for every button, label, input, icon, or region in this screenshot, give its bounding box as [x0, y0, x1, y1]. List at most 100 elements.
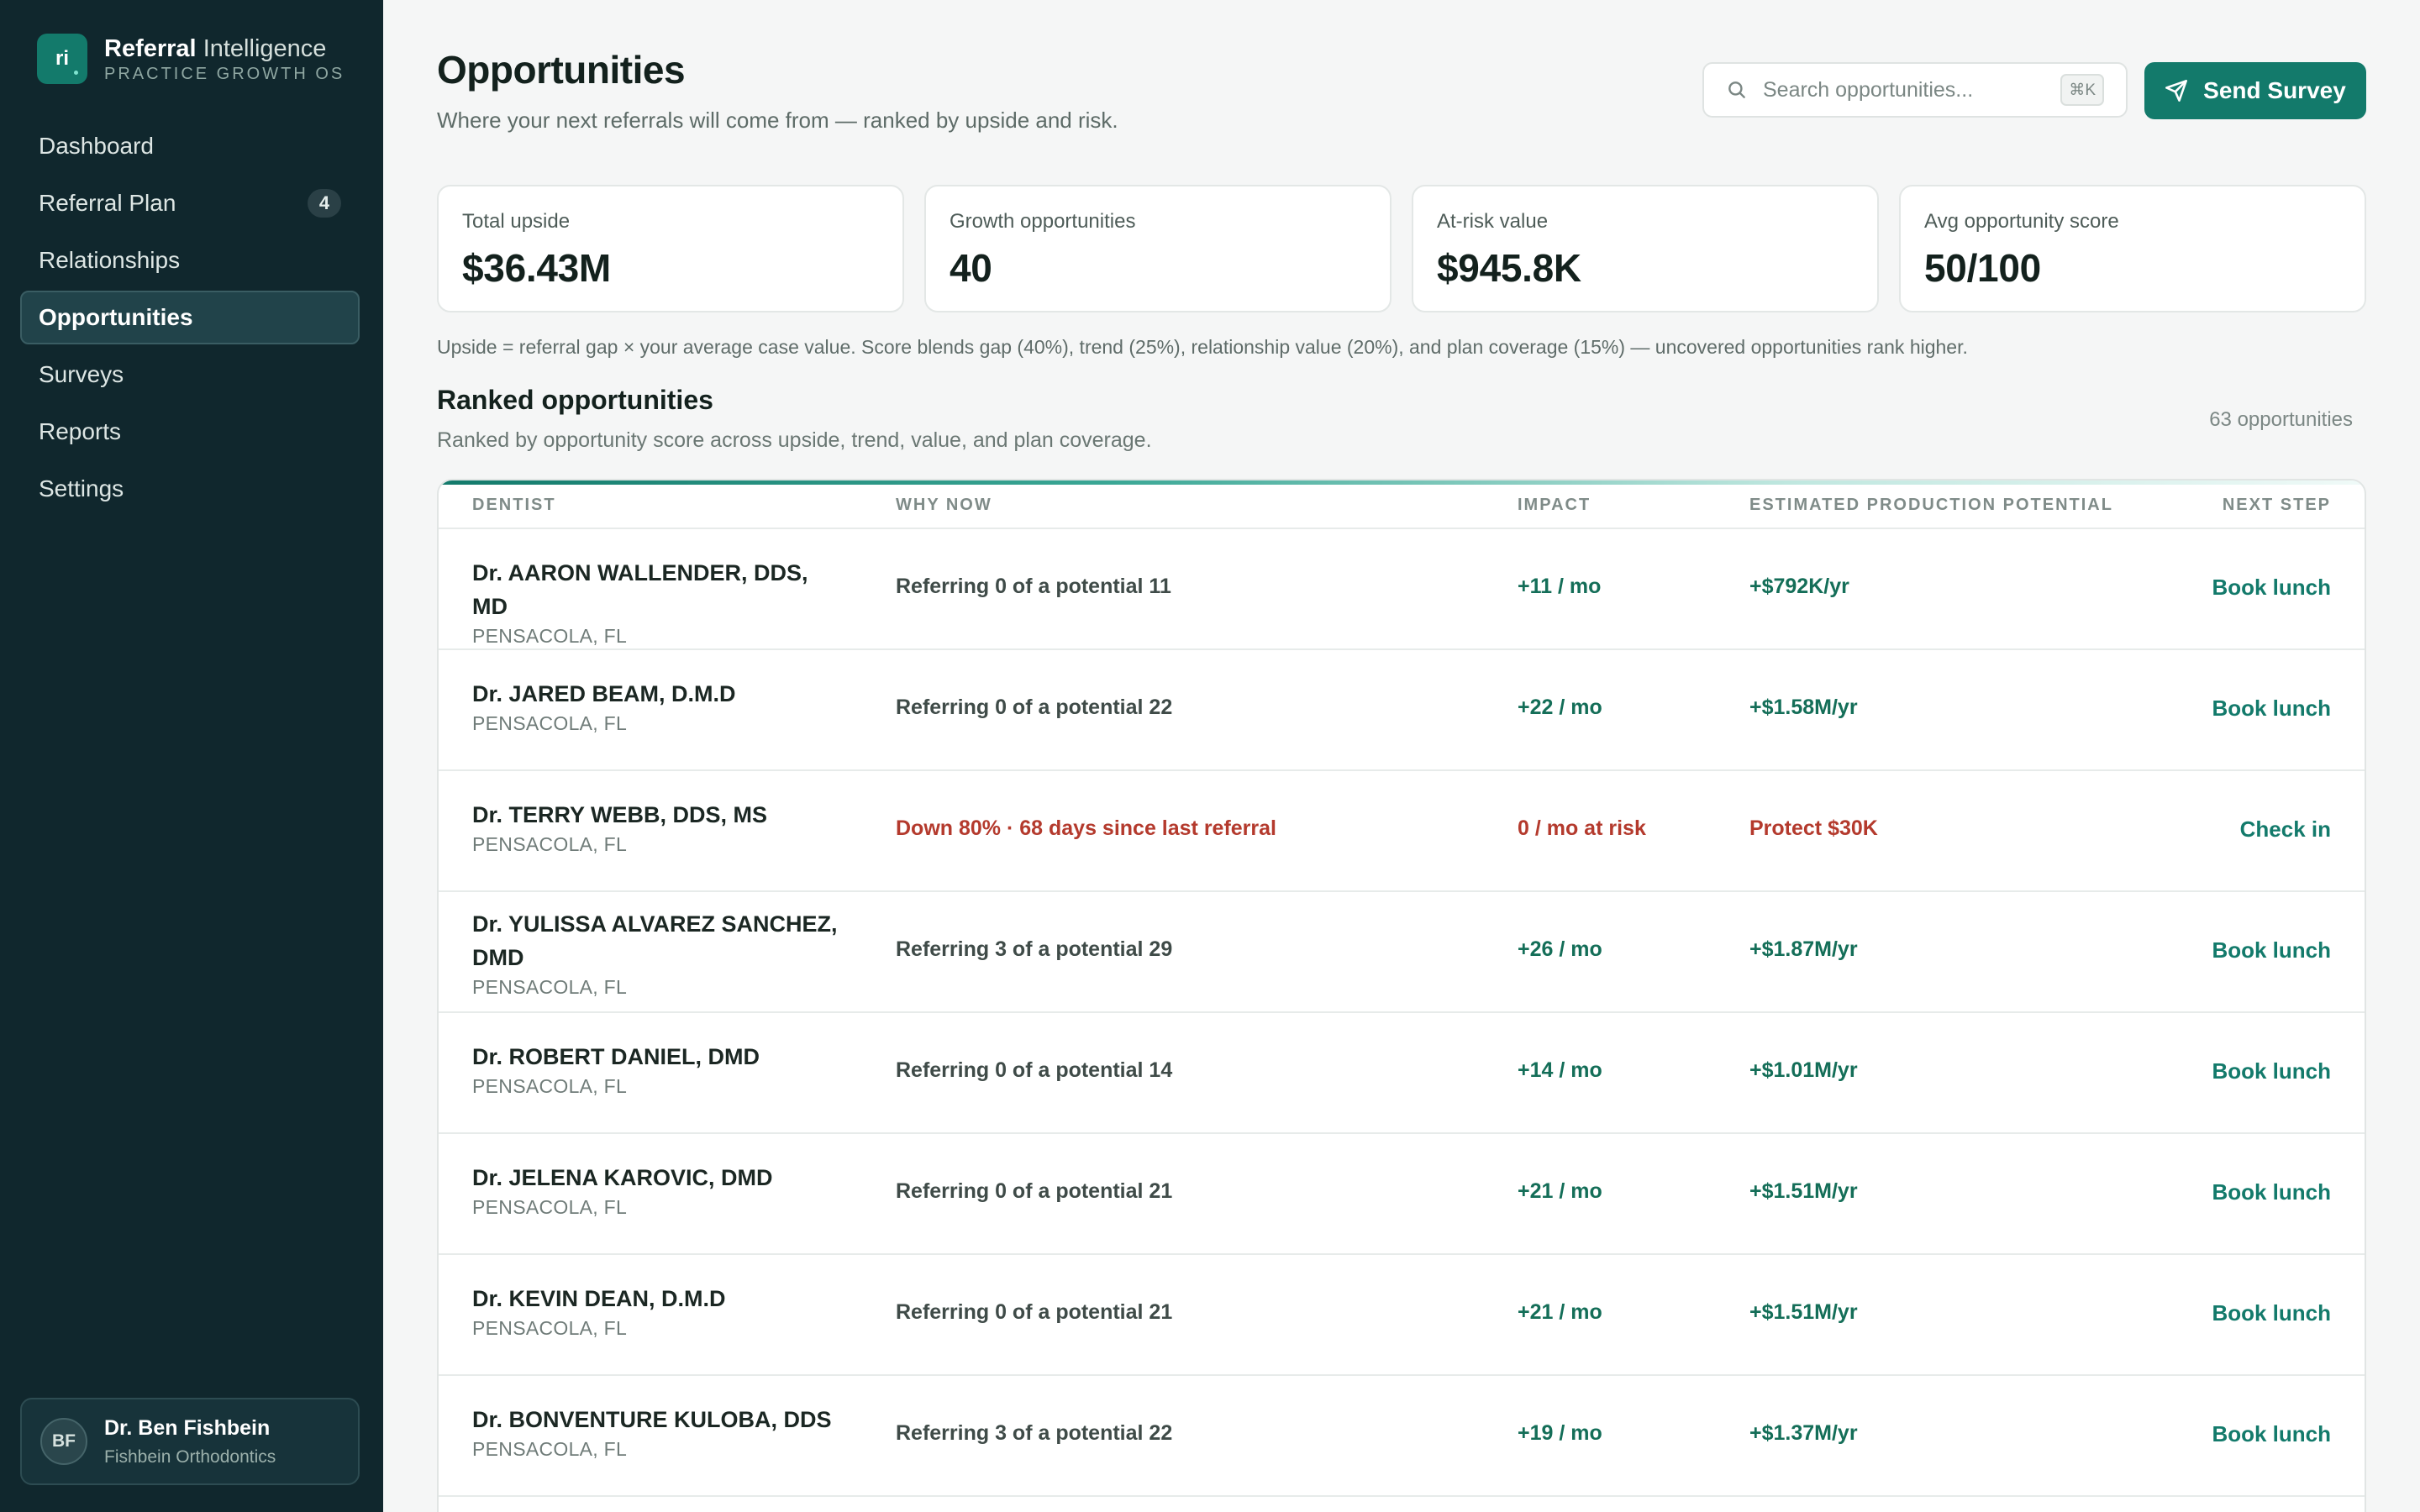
- dentist-location: PENSACOLA, FL: [472, 1075, 628, 1097]
- sidebar-item-dashboard[interactable]: Dashboard: [20, 119, 360, 173]
- dentist-name[interactable]: Dr. JARED BEAM, D.M.D: [472, 677, 842, 711]
- brand-logo-dot: [72, 69, 80, 76]
- user-card[interactable]: BF Dr. Ben Fishbein Fishbein Orthodontic…: [20, 1398, 360, 1485]
- dentist-name[interactable]: Dr. YULISSA ALVAREZ SANCHEZ, DMD: [472, 907, 842, 974]
- next-step-link[interactable]: Check in: [2240, 816, 2331, 843]
- sidebar-item-label: Surveys: [39, 361, 124, 387]
- why-now-text: Referring 0 of a potential 21: [896, 1300, 1173, 1324]
- production-potential-value: Protect $30K: [1749, 816, 1878, 840]
- formula-note: Upside = referral gap × your average cas…: [437, 336, 1968, 358]
- page-title: Opportunities: [437, 48, 686, 92]
- stat-value: $945.8K: [1437, 246, 1581, 290]
- table-row[interactable]: Dr. ROBERT DANIEL, DMD PENSACOLA, FL Refer…: [439, 1013, 2365, 1134]
- production-potential-value: +$1.37M/yr: [1749, 1421, 1858, 1445]
- dentist-name[interactable]: Dr. ROBERT DANIEL, DMD: [472, 1040, 842, 1074]
- dentist-name[interactable]: Dr. KEVIN DEAN, D.M.D: [472, 1282, 842, 1315]
- column-header-potential[interactable]: ESTIMATED PRODUCTION POTENTIAL: [1749, 496, 2113, 515]
- table-header: DENTIST WHY NOW IMPACT ESTIMATED PRODUCT…: [439, 480, 2365, 529]
- stat-value: 40: [950, 246, 992, 290]
- column-header-impact[interactable]: IMPACT: [1518, 496, 1591, 515]
- brand-text: Referral Intelligence PRACTICE GROWTH OS: [104, 34, 345, 84]
- brand[interactable]: ri Referral Intelligence PRACTICE GROWTH…: [37, 34, 345, 84]
- dentist-location: PENSACOLA, FL: [472, 1196, 628, 1218]
- next-step-link[interactable]: Book lunch: [2212, 937, 2331, 963]
- sidebar-item-label: Opportunities: [39, 304, 193, 330]
- next-step-link[interactable]: Book lunch: [2212, 1058, 2331, 1084]
- why-now-text: Referring 0 of a potential 21: [896, 1179, 1173, 1203]
- count-badge: 4: [308, 189, 341, 218]
- table-row[interactable]: Dr. YULISSA ALVAREZ SANCHEZ, DMD PENSACOL…: [439, 892, 2365, 1013]
- impact-value: +21 / mo: [1518, 1300, 1602, 1324]
- impact-value: +19 / mo: [1518, 1421, 1602, 1445]
- table-row[interactable]: Dr. AARON WALLENDER, DDS, MD PENSACOLA, F…: [439, 529, 2365, 650]
- dentist-location: PENSACOLA, FL: [472, 833, 628, 855]
- impact-value: +22 / mo: [1518, 696, 1602, 719]
- dentist-cell: Dr. ROBERT DANIEL, DMD PENSACOLA, FL: [472, 1040, 842, 1098]
- stat-card-growth-opportunities: Growth opportunities 40: [924, 185, 1392, 312]
- search-box[interactable]: ⌘K: [1702, 62, 2128, 118]
- dentist-name[interactable]: Dr. AARON WALLENDER, DDS, MD: [472, 556, 842, 623]
- impact-value: +21 / mo: [1518, 1179, 1602, 1203]
- dentist-cell: Dr. KEVIN DEAN, D.M.D PENSACOLA, FL: [472, 1282, 842, 1340]
- impact-value: +11 / mo: [1518, 575, 1602, 598]
- sidebar-item-label: Settings: [39, 475, 124, 501]
- why-now-text: Down 80% · 68 days since last referral: [896, 816, 1276, 840]
- production-potential-value: +$1.51M/yr: [1749, 1300, 1858, 1324]
- sidebar-item-label: Dashboard: [39, 133, 154, 159]
- sidebar: ri Referral Intelligence PRACTICE GROWTH…: [0, 0, 383, 1512]
- dentist-name[interactable]: Dr. BONVENTURE KULOBA, DDS: [472, 1403, 842, 1436]
- table-row[interactable]: Dr. TERRY WEBB, DDS, MS PENSACOLA, FL Down…: [439, 771, 2365, 892]
- stats-row: Total upside $36.43M Growth opportunitie…: [437, 185, 2366, 312]
- column-header-next-step[interactable]: NEXT STEP: [2223, 496, 2331, 515]
- brand-logo-text: ri: [55, 47, 69, 70]
- column-header-dentist[interactable]: DENTIST: [472, 496, 556, 515]
- why-now-text: Referring 3 of a potential 29: [896, 937, 1173, 961]
- user-org: Fishbein Orthodontics: [104, 1446, 276, 1467]
- dentist-name[interactable]: Dr. JELENA KAROVIC, DMD: [472, 1161, 842, 1194]
- next-step-link[interactable]: Book lunch: [2212, 1300, 2331, 1326]
- next-step-link[interactable]: Book lunch: [2212, 1179, 2331, 1205]
- stat-card-avg-score: Avg opportunity score 50/100: [1899, 185, 2366, 312]
- keyboard-shortcut-hint: ⌘K: [2060, 74, 2104, 106]
- sidebar-item-settings[interactable]: Settings: [20, 462, 360, 516]
- stat-label: Growth opportunities: [950, 210, 1136, 233]
- next-step-link[interactable]: Book lunch: [2212, 1421, 2331, 1447]
- sidebar-item-label: Referral Plan: [39, 190, 176, 216]
- table-row[interactable]: Dr. KEVIN DEAN, D.M.D PENSACOLA, FL Referr…: [439, 1255, 2365, 1376]
- impact-value: +26 / mo: [1518, 937, 1602, 961]
- brand-tagline: PRACTICE GROWTH OS: [104, 64, 345, 83]
- column-header-why-now[interactable]: WHY NOW: [896, 496, 992, 515]
- sidebar-item-surveys[interactable]: Surveys: [20, 348, 360, 402]
- why-now-text: Referring 0 of a potential 14: [896, 1058, 1173, 1082]
- page-subtitle: Where your next referrals will come from…: [437, 108, 1118, 133]
- sidebar-nav: Dashboard Referral Plan 4 Relationships …: [20, 119, 360, 519]
- avatar: BF: [40, 1418, 87, 1465]
- search-input[interactable]: [1763, 77, 2057, 102]
- table-row[interactable]: Dr. JARED BEAM, D.M.D PENSACOLA, FL Referr…: [439, 650, 2365, 771]
- table-row[interactable]: Dr. BONVENTURE KULOBA, DDS PENSACOLA, FL R…: [439, 1376, 2365, 1497]
- opportunities-table: DENTIST WHY NOW IMPACT ESTIMATED PRODUCT…: [437, 479, 2366, 1512]
- section-title: Ranked opportunities: [437, 385, 713, 415]
- stat-card-total-upside: Total upside $36.43M: [437, 185, 904, 312]
- why-now-text: Referring 0 of a potential 11: [896, 575, 1171, 598]
- sidebar-item-referral-plan[interactable]: Referral Plan 4: [20, 176, 360, 230]
- brand-name-rest: Intelligence: [203, 34, 327, 62]
- dentist-location: PENSACOLA, FL: [472, 1438, 628, 1460]
- search-icon: [1728, 81, 1745, 98]
- sidebar-item-reports[interactable]: Reports: [20, 405, 360, 459]
- dentist-location: PENSACOLA, FL: [472, 625, 628, 647]
- next-step-link[interactable]: Book lunch: [2212, 575, 2331, 601]
- table-row[interactable]: Dr. JELENA KAROVIC, DMD PENSACOLA, FL Refe…: [439, 1134, 2365, 1255]
- dentist-cell: Dr. JELENA KAROVIC, DMD PENSACOLA, FL: [472, 1161, 842, 1219]
- dentist-location: PENSACOLA, FL: [472, 976, 628, 998]
- sidebar-item-relationships[interactable]: Relationships: [20, 234, 360, 287]
- send-survey-button[interactable]: Send Survey: [2144, 62, 2366, 119]
- impact-value: +14 / mo: [1518, 1058, 1602, 1082]
- sidebar-item-opportunities[interactable]: Opportunities: [20, 291, 360, 344]
- user-text: Dr. Ben Fishbein Fishbein Orthodontics: [104, 1416, 276, 1467]
- next-step-link[interactable]: Book lunch: [2212, 696, 2331, 722]
- dentist-name[interactable]: Dr. TERRY WEBB, DDS, MS: [472, 798, 842, 832]
- stat-label: At-risk value: [1437, 210, 1549, 233]
- brand-name-bold: Referral: [104, 34, 197, 62]
- dentist-cell: Dr. JARED BEAM, D.M.D PENSACOLA, FL: [472, 677, 842, 735]
